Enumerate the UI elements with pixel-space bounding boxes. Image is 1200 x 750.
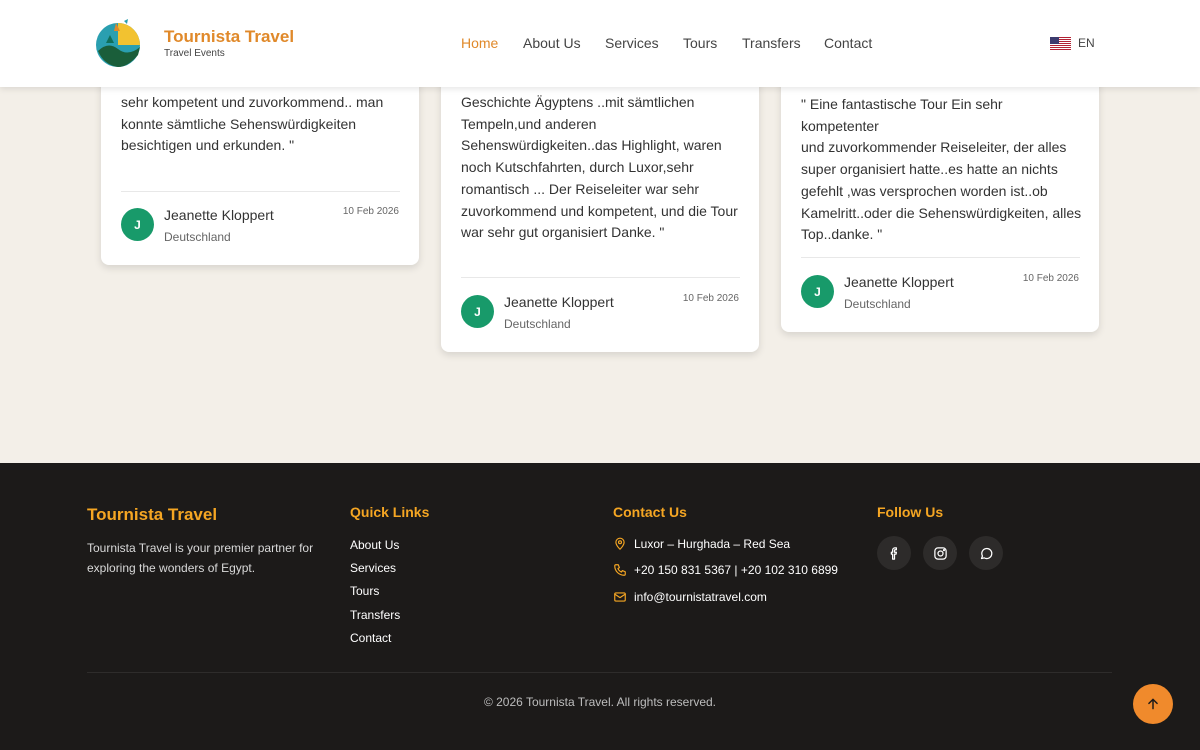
footer-link-about-us[interactable]: About Us (350, 538, 399, 552)
footer-link-transfers[interactable]: Transfers (350, 608, 400, 622)
testimonial-text: Geschichte Ägyptens ..mit sämtlichen Tem… (461, 92, 743, 244)
card-divider (121, 191, 400, 192)
whatsapp-button[interactable] (969, 536, 1003, 570)
follow-heading: Follow Us (877, 504, 944, 520)
review-date: 10 Feb 2026 (682, 293, 739, 304)
testimonial-line: zuvorkommend und kompetent, und die Tour (461, 202, 738, 219)
footer-link-contact[interactable]: Contact (350, 631, 391, 645)
testimonial-line: gefehlt ,was versprochen worden ist..ob (801, 182, 1048, 199)
review-date: 10 Feb 2026 (1022, 273, 1079, 284)
logo-icon[interactable] (94, 17, 144, 69)
review-date: 10 Feb 2026 (342, 206, 399, 217)
contact-email: info@tournistatravel.com (613, 590, 767, 604)
nav-transfers[interactable]: Transfers (742, 35, 801, 51)
us-flag-icon (1050, 36, 1071, 50)
contact-heading: Contact Us (613, 504, 687, 520)
brand-name[interactable]: Tournista Travel (164, 27, 294, 47)
avatar: J (801, 275, 834, 308)
facebook-button[interactable] (877, 536, 911, 570)
email-text[interactable]: info@tournistatravel.com (634, 590, 767, 604)
testimonial-text: " Eine fantastische Tour Ein sehr kompet… (801, 94, 1083, 246)
copyright: © 2026 Tournista Travel. All rights rese… (483, 695, 717, 709)
testimonial-line: Top..danke. " (801, 226, 883, 243)
testimonial-line: Sehenswürdigkeiten..das Highlight, waren (461, 137, 722, 154)
whatsapp-icon (980, 547, 992, 559)
phone-text[interactable]: +20 150 831 5367 | +20 102 310 6899 (634, 563, 838, 577)
footer-divider (87, 672, 1112, 673)
testimonial-line: besichtigen und erkunden. " (121, 137, 295, 154)
footer-brand: Tournista Travel (87, 505, 218, 524)
footer-description: Tournista Travel is your premier partner… (87, 541, 314, 575)
map-pin-icon (615, 537, 625, 550)
location-text: Luxor – Hurghada – Red Sea (634, 537, 791, 551)
nav-home[interactable]: Home (461, 35, 498, 51)
author-country: Deutschland (504, 317, 571, 331)
testimonial-card: Geschichte Ägyptens ..mit sämtlichen Tem… (441, 60, 759, 352)
nav-services[interactable]: Services (605, 35, 659, 51)
site-footer: Tournista Travel Tournista Travel is you… (0, 463, 1200, 750)
language-switcher[interactable]: EN (1050, 36, 1095, 50)
author-name: Jeanette Kloppert (844, 274, 954, 290)
facebook-icon (890, 546, 897, 560)
testimonial-line: Tempeln,und anderen (461, 115, 597, 132)
author-country: Deutschland (844, 297, 911, 311)
avatar: J (461, 295, 494, 328)
phone-icon (614, 564, 626, 576)
contact-phone: +20 150 831 5367 | +20 102 310 6899 (613, 563, 838, 577)
testimonial-text: sehr kompetent und zuvorkommend.. man ko… (121, 92, 403, 157)
nav-about-us[interactable]: About Us (523, 35, 581, 51)
card-divider (461, 277, 740, 278)
testimonial-line: noch Kutschfahrten, durch Luxor,sehr (461, 159, 694, 176)
testimonial-card: sehr kompetent und zuvorkommend.. man ko… (101, 60, 419, 265)
nav-tours[interactable]: Tours (683, 35, 717, 51)
testimonial-line: romantisch ... Der Reiseleiter war sehr (461, 180, 700, 197)
arrow-up-icon (1148, 698, 1158, 710)
brand-tagline: Travel Events (164, 48, 225, 59)
site-header: Tournista Travel Travel Events Home Abou… (0, 0, 1200, 87)
testimonial-line: sehr kompetent und zuvorkommend.. man (121, 94, 384, 110)
author-name: Jeanette Kloppert (504, 294, 614, 310)
author-country: Deutschland (164, 230, 231, 244)
instagram-icon (933, 546, 947, 560)
testimonial-line: war sehr gut organisiert Danke. " (461, 224, 665, 241)
testimonial-line: " Eine fantastische Tour Ein sehr kompet… (801, 96, 1003, 134)
nav-contact[interactable]: Contact (824, 35, 872, 51)
footer-link-tours[interactable]: Tours (350, 584, 379, 598)
testimonial-line: Geschichte Ägyptens ..mit sämtlichen (461, 94, 695, 110)
testimonial-line: Kamelritt..oder die Sehenswürdigkeiten, … (801, 204, 1082, 221)
testimonial-line: konnte sämtliche Sehenswürdigkeiten (121, 115, 357, 132)
mail-icon (614, 592, 626, 602)
avatar: J (121, 208, 154, 241)
testimonial-card: " Eine fantastische Tour Ein sehr kompet… (781, 66, 1099, 332)
scroll-to-top-button[interactable] (1133, 684, 1173, 724)
testimonial-line: und zuvorkommender Reiseleiter, der alle… (801, 139, 1067, 156)
instagram-button[interactable] (923, 536, 957, 570)
testimonial-line: super organisiert hatte..es hatte an nic… (801, 161, 1058, 178)
author-name: Jeanette Kloppert (164, 207, 274, 223)
contact-location: Luxor – Hurghada – Red Sea (613, 537, 790, 551)
language-label: EN (1078, 36, 1095, 50)
card-divider (801, 257, 1080, 258)
footer-link-services[interactable]: Services (350, 561, 396, 575)
quick-links-heading: Quick Links (350, 504, 430, 520)
